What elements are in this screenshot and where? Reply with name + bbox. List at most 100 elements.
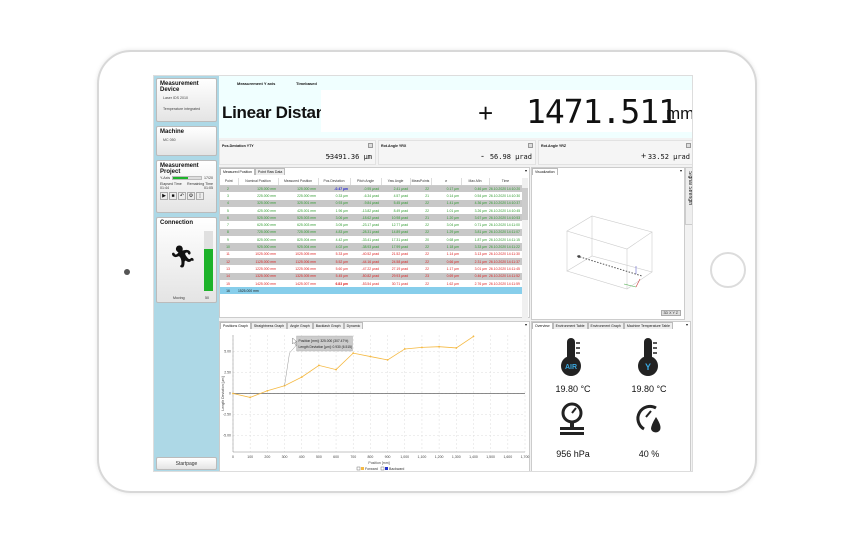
play-button[interactable]: ▶ bbox=[160, 192, 168, 200]
column-header[interactable]: Point bbox=[220, 178, 239, 186]
startpage-button[interactable]: Startpage bbox=[156, 457, 217, 470]
expand-icon[interactable] bbox=[686, 143, 691, 148]
undo-button[interactable]: ↶ bbox=[178, 192, 186, 200]
column-header[interactable]: Measured Position bbox=[278, 178, 319, 186]
table-cell: 6.83 µm bbox=[335, 281, 348, 286]
table-cell: 22 bbox=[410, 185, 431, 193]
tab-angle-graph[interactable]: Angle Graph bbox=[287, 322, 313, 329]
tab-dynamic[interactable]: Dynamic bbox=[343, 322, 364, 329]
expand-icon[interactable] bbox=[368, 143, 373, 148]
table-row[interactable]: 4 325.000 mm 325.001 mm 0.93 µm -9.84 µrad 5.… bbox=[220, 199, 522, 207]
table-cell: 2.76 µm bbox=[474, 281, 487, 286]
expand-icon[interactable] bbox=[528, 143, 533, 148]
tab-measured-position[interactable]: Measured Position bbox=[220, 168, 255, 175]
legend-swatch bbox=[361, 467, 364, 470]
tab-point-raw-data[interactable]: Point Raw Data bbox=[255, 168, 286, 175]
pin-icon[interactable]: ▾ bbox=[680, 168, 682, 173]
column-header[interactable]: MeasPoints bbox=[410, 178, 432, 186]
column-header[interactable]: Yaw Angle bbox=[381, 178, 411, 186]
table-row[interactable]: 9 825.000 mm 825.004 mm 4.42 µm -33.41 µrad 1… bbox=[220, 236, 522, 243]
table-cell: 525.000 mm bbox=[238, 214, 278, 222]
table-cell: 26.10.2020 14:10:45 bbox=[489, 208, 521, 213]
column-header[interactable]: Nominal Position bbox=[238, 178, 279, 186]
stop-button[interactable]: ■ bbox=[169, 192, 177, 200]
table-cell: 22 bbox=[425, 208, 429, 213]
table-scrollbar[interactable] bbox=[522, 178, 528, 318]
machine-card[interactable]: Machine MC 050 bbox=[156, 126, 217, 156]
table-cell: 3.33 µm bbox=[461, 243, 489, 251]
table-cell: -18.62 µrad bbox=[350, 214, 381, 222]
table-cell: 21 bbox=[425, 193, 429, 198]
settings-button[interactable]: ⚙ bbox=[187, 192, 195, 200]
axis-label: Y-Axis bbox=[160, 176, 171, 180]
table-cell: 22 bbox=[410, 228, 431, 237]
main-value: 1471.511 bbox=[526, 92, 678, 131]
table-cell: 3.05 µm bbox=[335, 223, 348, 228]
data-point bbox=[438, 345, 441, 348]
table-row[interactable]: 12 1125.000 mm 1125.006 mm 5.52 µm -44.16 µr… bbox=[220, 257, 522, 266]
measurement-project-card[interactable]: Measurement Project Y-Axis 17/20 Elapsed… bbox=[156, 160, 217, 213]
pin-icon[interactable]: ▾ bbox=[686, 322, 688, 327]
table-cell: 22 bbox=[425, 252, 429, 257]
3d-view[interactable] bbox=[532, 176, 686, 321]
tab-backlash-graph[interactable]: Backlash Graph bbox=[312, 322, 344, 329]
tab-straightness-graph[interactable]: Straightness Graph bbox=[250, 322, 288, 329]
table-row[interactable]: 14 1325.000 mm 1325.005 mm 5.45 µm -50.82 µr… bbox=[220, 272, 522, 280]
table-cell: 1425.000 mm bbox=[255, 281, 276, 286]
column-header[interactable]: Pitch Angle bbox=[350, 178, 382, 186]
column-header[interactable]: Max-Min bbox=[461, 178, 490, 186]
table-row[interactable]: 13 1225.000 mm 1225.006 mm 5.60 µm -47.22 µr… bbox=[220, 265, 522, 272]
table-cell: -53.54 µrad bbox=[361, 281, 379, 286]
data-point bbox=[266, 389, 269, 392]
view-axes-button[interactable]: 3D X Y Z bbox=[660, 310, 681, 316]
tab-environment-graph[interactable]: Environment Graph bbox=[587, 322, 624, 329]
table-cell: -50.82 µrad bbox=[350, 272, 381, 280]
tab-machine-temperature-table[interactable]: Machine Temperature Table bbox=[623, 322, 673, 329]
table-row[interactable]: 7 625.000 mm 625.003 mm 3.05 µm -23.17 µrad 1… bbox=[220, 221, 522, 228]
column-header[interactable]: Pos.Deviation bbox=[318, 178, 351, 186]
table-cell: 5.45 µm bbox=[318, 272, 350, 280]
table-row[interactable]: 3 225.000 mm 225.000 mm 0.33 µm -6.34 µrad 4.… bbox=[220, 192, 522, 199]
table-cell bbox=[431, 287, 461, 295]
table-row[interactable]: 2 125.000 mm 125.000 mm -0.47 µm -0.95 µrad 2… bbox=[220, 185, 522, 193]
pin-icon[interactable]: ▾ bbox=[525, 168, 527, 173]
tab-overview[interactable]: Overview bbox=[532, 322, 553, 329]
signal-strength-side-tab[interactable]: Signal Strength bbox=[685, 167, 692, 225]
column-header[interactable]: σ bbox=[431, 178, 462, 186]
table-cell: 26.10.2020 14:11:00 bbox=[489, 223, 520, 228]
table-cell: 6 bbox=[220, 214, 238, 222]
measurement-device-card[interactable]: Measurement Device Laser IDS 2010 Temper… bbox=[156, 78, 217, 122]
tab-visualization[interactable]: Visualization bbox=[532, 168, 558, 175]
tab-environment-table[interactable]: Environment Table bbox=[552, 322, 588, 329]
axis-progress-count: 17/20 bbox=[204, 176, 213, 180]
table-cell: 125.000 mm bbox=[238, 185, 278, 193]
table-row[interactable]: 8 725.000 mm 725.005 mm 4.83 µm -28.31 µrad 1… bbox=[220, 228, 522, 237]
table-cell: 1025.005 mm bbox=[295, 252, 316, 257]
y-tick-label: 5.00 bbox=[224, 350, 231, 354]
table-row[interactable]: 5 425.000 mm 425.001 mm 1.96 µm -13.82 µrad 8… bbox=[220, 207, 522, 214]
table-cell: 21.52 µrad bbox=[391, 252, 408, 257]
position-chart[interactable]: 0 100 200 300 400 500 600 700 800 900 1,000 1,100 1,… bbox=[220, 330, 531, 472]
tab-positions-graph[interactable]: Positions Graph bbox=[220, 322, 251, 329]
table-cell: 20 bbox=[425, 237, 429, 242]
tooltip-deviation: Length Deviation [µm]: 0.930 (6.515) bbox=[299, 345, 353, 349]
connection-card[interactable]: Connection 🏃︎ Moving 50 bbox=[156, 217, 217, 303]
table-row[interactable]: 10 925.000 mm 925.004 mm 4.02 µm -38.93 µrad… bbox=[220, 243, 522, 251]
table-row[interactable]: 6 525.000 mm 525.003 mm 3.06 µm -18.62 µrad 1… bbox=[220, 214, 522, 222]
table-row[interactable]: 11 1025.000 mm 1025.005 mm 5.33 µm -40.52 µr… bbox=[220, 251, 522, 258]
table-row[interactable]: 15 1425.000 mm 1425.007 mm 6.83 µm -53.54 µr… bbox=[220, 280, 522, 287]
table-cell: -28.31 µrad bbox=[350, 228, 381, 237]
data-point bbox=[369, 355, 372, 358]
home-button[interactable] bbox=[710, 252, 746, 288]
table-cell: 22 bbox=[425, 266, 429, 271]
device-button[interactable]: ▯ bbox=[196, 192, 204, 200]
y-axis-label: Length Deviation [µm] bbox=[221, 376, 225, 410]
table-cell: 725.000 mm bbox=[238, 228, 278, 237]
table-cell: 24.58 µrad bbox=[381, 257, 410, 266]
table-cell: 26.10.2020 14:10:37 bbox=[489, 199, 522, 207]
table-row[interactable]: 16 1525.000 mm bbox=[220, 287, 522, 295]
column-header[interactable]: Time bbox=[489, 178, 522, 186]
table-cell: 26.10.2020 14:11:22 bbox=[489, 243, 522, 251]
table-cell: 7 bbox=[227, 223, 229, 228]
pin-icon[interactable]: ▾ bbox=[525, 322, 527, 327]
